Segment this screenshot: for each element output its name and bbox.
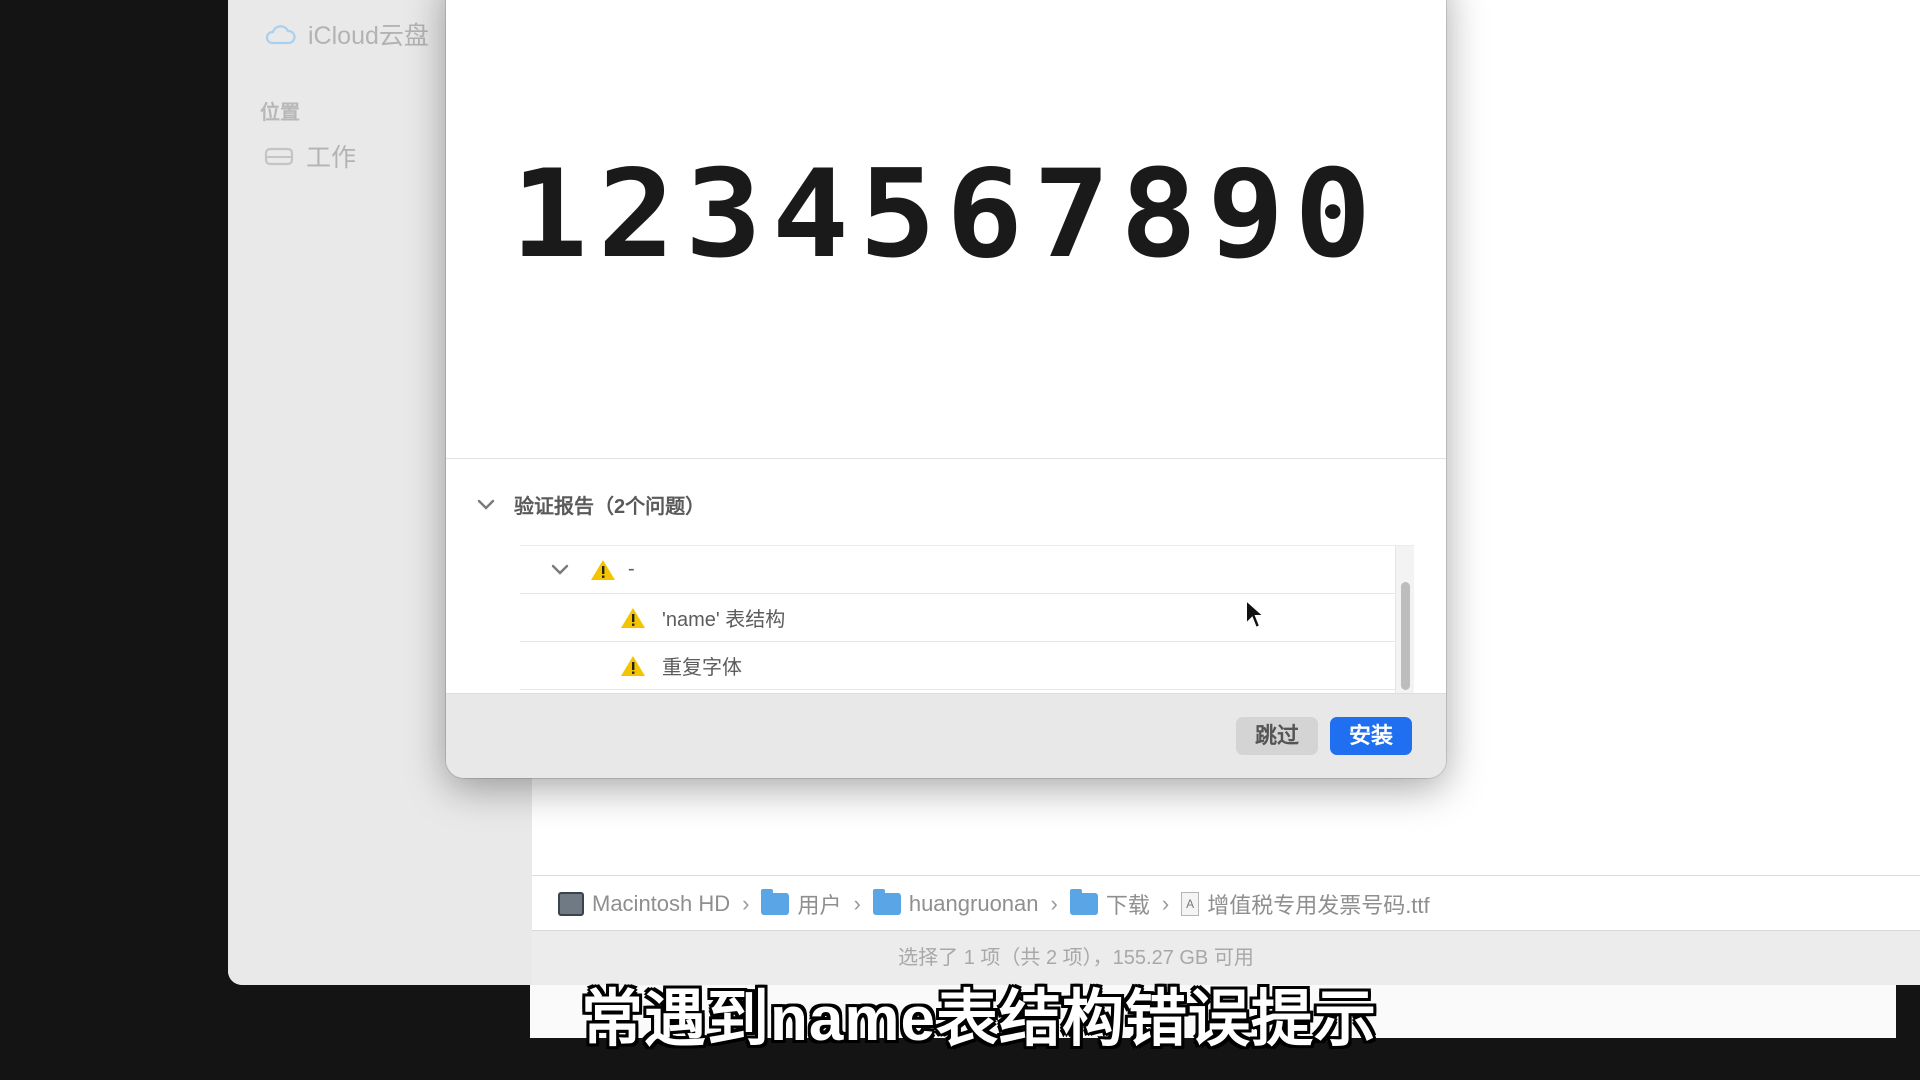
- folder-icon: [761, 888, 790, 915]
- path-item-users[interactable]: 用户: [761, 888, 842, 920]
- path-item-disk[interactable]: Macintosh HD: [558, 891, 730, 917]
- mouse-cursor-icon: [1245, 598, 1266, 630]
- font-validation-dialog: 1234567890 验证报告（2个问题） - 'name' 表结构 重复字体 …: [446, 0, 1446, 778]
- font-preview: 1234567890: [446, 0, 1446, 459]
- warning-icon: [591, 559, 615, 580]
- dialog-footer: 跳过 安装: [446, 693, 1446, 778]
- issue-label: 'name' 表结构: [662, 609, 786, 631]
- path-separator: ›: [1050, 890, 1058, 916]
- font-file-icon: A: [1181, 891, 1200, 916]
- sidebar-item-label: iCloud云盘: [308, 22, 429, 50]
- warning-icon: [621, 655, 645, 676]
- font-preview-sample: 1234567890: [510, 143, 1382, 286]
- path-item-home[interactable]: huangruonan: [872, 888, 1039, 917]
- path-separator: ›: [742, 890, 750, 916]
- sidebar-item-work[interactable]: 工作: [264, 138, 356, 174]
- path-separator: ›: [1161, 890, 1170, 916]
- install-button[interactable]: 安装: [1330, 717, 1412, 755]
- validation-report-title: 验证报告（2个问题）: [514, 496, 706, 518]
- sidebar-item-icloud[interactable]: iCloud云盘: [264, 16, 429, 52]
- issue-list-scrollbar[interactable]: [1395, 546, 1414, 696]
- skip-button[interactable]: 跳过: [1236, 717, 1318, 755]
- issue-row[interactable]: 重复字体: [520, 642, 1414, 690]
- home-folder-icon: [872, 888, 901, 915]
- path-label: 下载: [1105, 892, 1150, 918]
- hard-drive-icon: [558, 891, 584, 916]
- path-label: Macintosh HD: [592, 890, 731, 916]
- cloud-icon: [265, 25, 296, 45]
- sidebar-item-label: 工作: [306, 144, 357, 172]
- issue-group-row[interactable]: -: [520, 546, 1414, 594]
- issue-row[interactable]: 'name' 表结构: [520, 594, 1414, 642]
- validation-report-header[interactable]: 验证报告（2个问题）: [476, 490, 705, 519]
- path-label: 增值税专用发票号码.ttf: [1207, 892, 1430, 918]
- path-label: 用户: [797, 892, 842, 918]
- downloads-folder-icon: [1069, 888, 1098, 915]
- path-bar: Macintosh HD › 用户 › huangruonan › 下载 › A…: [532, 875, 1920, 931]
- path-separator: ›: [853, 890, 861, 916]
- scrollbar-thumb[interactable]: [1401, 582, 1410, 690]
- path-item-downloads[interactable]: 下载: [1069, 888, 1150, 920]
- video-subtitle: 常遇到name表结构错误提示: [581, 985, 1377, 1054]
- chevron-down-icon[interactable]: [476, 498, 496, 512]
- path-item-file[interactable]: A 增值税专用发票号码.ttf: [1181, 888, 1430, 920]
- issue-group-label: -: [628, 558, 635, 580]
- path-label: huangruonan: [908, 890, 1039, 916]
- drive-icon: [264, 147, 294, 166]
- warning-icon: [621, 607, 645, 628]
- sidebar-section-header: 位置: [260, 102, 300, 124]
- issue-list: - 'name' 表结构 重复字体: [520, 545, 1414, 696]
- issue-label: 重复字体: [662, 657, 742, 679]
- chevron-down-icon[interactable]: [550, 563, 570, 577]
